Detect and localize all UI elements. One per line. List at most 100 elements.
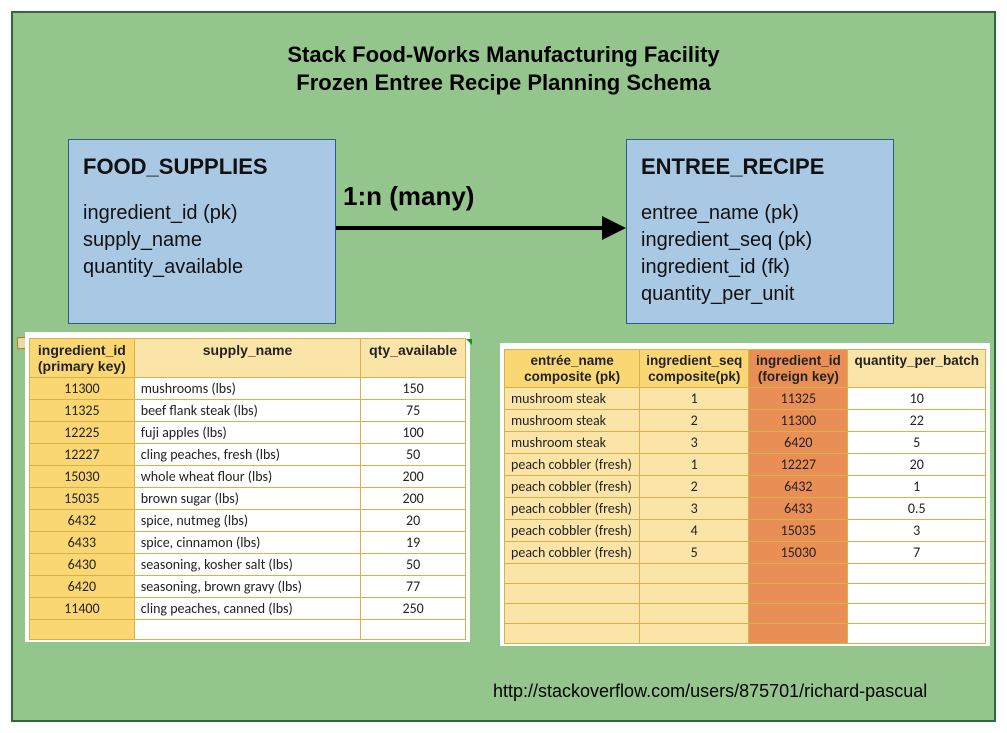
cell-qty: 50 (361, 554, 466, 576)
cell-seq: 1 (640, 388, 749, 410)
cell-ingredient-id: 12227 (30, 444, 135, 466)
entity-field: ingredient_id (pk) (83, 200, 321, 227)
cell-ingredient-id: 11325 (749, 388, 848, 410)
entity-field: quantity_per_unit (641, 281, 879, 308)
table-row: 11325beef flank steak (lbs)75 (30, 400, 466, 422)
table-row: peach cobbler (fresh)364330.5 (505, 498, 986, 520)
cell-ingredient-id: 6432 (30, 510, 135, 532)
table-row: mushroom steak21130022 (505, 410, 986, 432)
table-row: peach cobbler (fresh)264321 (505, 476, 986, 498)
cell-ingredient-id: 12225 (30, 422, 135, 444)
entity-field: entree_name (pk) (641, 200, 879, 227)
cell-entree-name: peach cobbler (fresh) (505, 476, 640, 498)
cell-qty: 10 (848, 388, 986, 410)
table-row: mushroom steak11132510 (505, 388, 986, 410)
cell-entree-name: mushroom steak (505, 432, 640, 454)
entity-name: ENTREE_RECIPE (641, 152, 879, 182)
entity-food-supplies: FOOD_SUPPLIES ingredient_id (pk) supply_… (68, 139, 336, 324)
cell-qty: 3 (848, 520, 986, 542)
cell-ingredient-id: 11325 (30, 400, 135, 422)
cell-seq: 3 (640, 498, 749, 520)
table-row: 15035brown sugar (lbs)200 (30, 488, 466, 510)
cell-entree-name: peach cobbler (fresh) (505, 454, 640, 476)
col-ingredient-id: ingredient_id (foreign key) (749, 350, 848, 388)
cell-supply-name: mushrooms (lbs) (134, 378, 361, 400)
table-row: peach cobbler (fresh)11222720 (505, 454, 986, 476)
col-qty-available: qty_available (361, 339, 466, 378)
entity-field: quantity_available (83, 254, 321, 281)
cell-qty: 19 (361, 532, 466, 554)
entity-field: ingredient_seq (pk) (641, 227, 879, 254)
cell-ingredient-id: 6420 (749, 432, 848, 454)
arrow-head-icon (602, 216, 626, 240)
cell-supply-name: brown sugar (lbs) (134, 488, 361, 510)
table-row: peach cobbler (fresh)4150353 (505, 520, 986, 542)
relationship-arrow (336, 218, 626, 238)
cell-ingredient-id: 6433 (30, 532, 135, 554)
table-row: mushroom steak364205 (505, 432, 986, 454)
cell-ingredient-id: 15030 (749, 542, 848, 564)
table-row: 12227cling peaches, fresh (lbs)50 (30, 444, 466, 466)
cell-ingredient-id: 6430 (30, 554, 135, 576)
supplies-data-table: ingredient_id (primary key) supply_name … (29, 338, 466, 640)
col-entree-name: entrée_name composite (pk) (505, 350, 640, 388)
attribution-url: http://stackoverflow.com/users/875701/ri… (493, 681, 927, 702)
table-header-row: entrée_name composite (pk) ingredient_se… (505, 350, 986, 388)
relationship-label: 1:n (many) (343, 181, 474, 212)
col-ingredient-seq: ingredient_seq composite(pk) (640, 350, 749, 388)
entity-field: ingredient_id (fk) (641, 254, 879, 281)
cell-entree-name: mushroom steak (505, 410, 640, 432)
cell-ingredient-id: 11300 (749, 410, 848, 432)
title-line-1: Stack Food-Works Manufacturing Facility (13, 41, 994, 69)
cell-qty: 5 (848, 432, 986, 454)
cell-ingredient-id: 11400 (30, 598, 135, 620)
cell-qty: 0.5 (848, 498, 986, 520)
table-row: peach cobbler (fresh)5150307 (505, 542, 986, 564)
cell-ingredient-id: 6420 (30, 576, 135, 598)
arrow-line-icon (336, 226, 606, 230)
cell-qty: 7 (848, 542, 986, 564)
cell-ingredient-id: 6433 (749, 498, 848, 520)
col-supply-name: supply_name (134, 339, 361, 378)
table-row-empty (505, 564, 986, 584)
cell-qty: 20 (848, 454, 986, 476)
cell-qty: 77 (361, 576, 466, 598)
cell-qty: 22 (848, 410, 986, 432)
error-flag-icon (466, 339, 472, 345)
cell-supply-name: cling peaches, fresh (lbs) (134, 444, 361, 466)
cell-entree-name: peach cobbler (fresh) (505, 520, 640, 542)
cell-ingredient-id: 15030 (30, 466, 135, 488)
cell-qty: 150 (361, 378, 466, 400)
title-line-2: Frozen Entree Recipe Planning Schema (13, 69, 994, 97)
cell-seq: 5 (640, 542, 749, 564)
cell-supply-name: cling peaches, canned (lbs) (134, 598, 361, 620)
table-header-row: ingredient_id (primary key) supply_name … (30, 339, 466, 378)
table-row: 6432spice, nutmeg (lbs)20 (30, 510, 466, 532)
cell-supply-name: beef flank steak (lbs) (134, 400, 361, 422)
cell-supply-name: spice, cinnamon (lbs) (134, 532, 361, 554)
entity-field: supply_name (83, 227, 321, 254)
table-row-empty (505, 584, 986, 604)
col-ingredient-id: ingredient_id (primary key) (30, 339, 135, 378)
entity-entree-recipe: ENTREE_RECIPE entree_name (pk) ingredien… (626, 139, 894, 324)
table-row: 6420seasoning, brown gravy (lbs)77 (30, 576, 466, 598)
cell-entree-name: peach cobbler (fresh) (505, 498, 640, 520)
diagram-title: Stack Food-Works Manufacturing Facility … (13, 41, 994, 96)
cell-supply-name: seasoning, kosher salt (lbs) (134, 554, 361, 576)
table-row-empty (505, 604, 986, 624)
cell-qty: 250 (361, 598, 466, 620)
table-row: 11400cling peaches, canned (lbs)250 (30, 598, 466, 620)
cell-qty: 1 (848, 476, 986, 498)
cell-seq: 2 (640, 410, 749, 432)
cell-seq: 4 (640, 520, 749, 542)
table-row: 6430seasoning, kosher salt (lbs)50 (30, 554, 466, 576)
cell-qty: 100 (361, 422, 466, 444)
cell-entree-name: peach cobbler (fresh) (505, 542, 640, 564)
col-qty-per-batch: quantity_per_batch (848, 350, 986, 388)
table-row: 11300mushrooms (lbs)150 (30, 378, 466, 400)
table-row: 6433spice, cinnamon (lbs)19 (30, 532, 466, 554)
food-supplies-table: ingredient_id (primary key) supply_name … (25, 332, 470, 642)
table-row: 12225fuji apples (lbs)100 (30, 422, 466, 444)
cell-qty: 75 (361, 400, 466, 422)
cell-supply-name: spice, nutmeg (lbs) (134, 510, 361, 532)
